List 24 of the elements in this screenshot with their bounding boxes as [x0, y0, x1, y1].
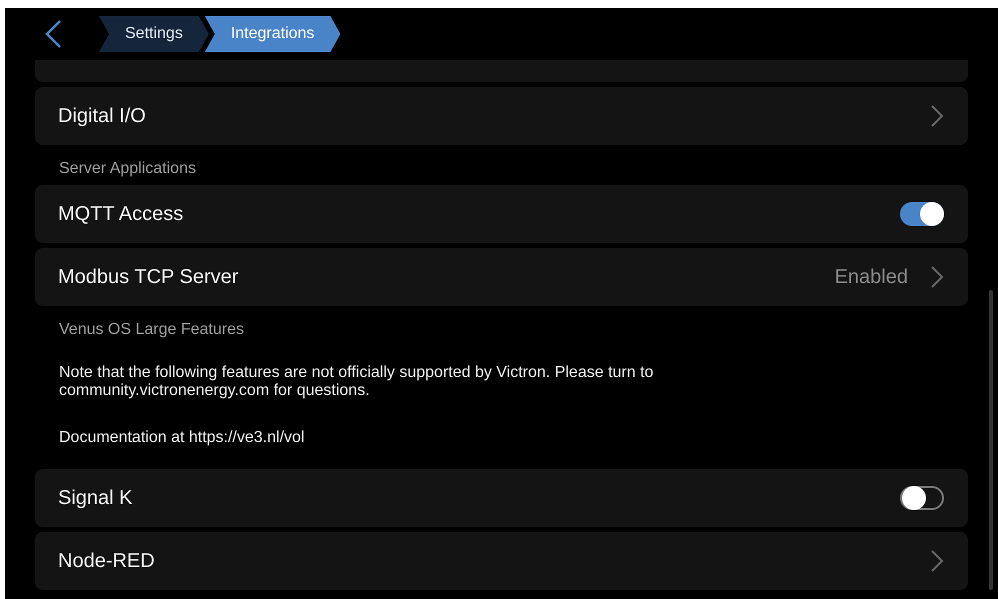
scrollbar[interactable]	[989, 290, 993, 590]
list-row[interactable]: MQTT Access	[35, 185, 968, 243]
chevron-icon	[930, 265, 944, 289]
section-header: Venus OS Large Features	[58, 320, 245, 340]
breadcrumb-tab[interactable]: Settings	[99, 16, 209, 52]
note-text: Note that the following features are not officially supported by Victron. Please turn to community.victronenergy.com for questions.	[58, 363, 654, 401]
chevron-icon	[930, 549, 944, 573]
row-label: Digital I/O	[58, 104, 147, 128]
toggle-switch[interactable]	[900, 486, 944, 510]
note-text: Documentation at https://ve3.nl/vol	[58, 428, 306, 448]
back-icon[interactable]	[43, 19, 63, 49]
list-row[interactable]: Digital I/O	[35, 87, 968, 145]
row-value: Enabled	[834, 266, 908, 288]
list-row[interactable]: Modbus TCP Server Enabled	[35, 248, 968, 306]
section-header: Server Applications	[58, 159, 197, 179]
row-label: Node-RED	[58, 550, 156, 572]
toggle-switch[interactable]	[900, 202, 944, 226]
row-label: MQTT Access	[58, 202, 184, 226]
chevron-icon	[930, 104, 944, 128]
row-label: Modbus TCP Server	[58, 266, 240, 288]
list-row[interactable]: Node-RED	[35, 532, 968, 590]
row-label: Signal K	[58, 486, 134, 510]
breadcrumb-tab[interactable]: Integrations	[204, 16, 340, 52]
list-row[interactable]: Signal K	[35, 469, 968, 527]
